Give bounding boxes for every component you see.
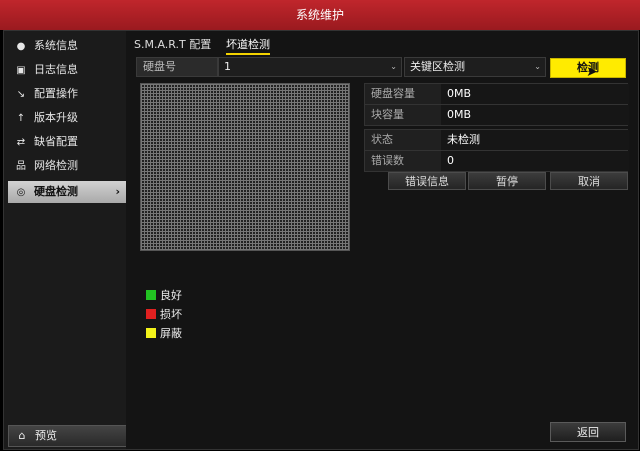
tab-smart-config[interactable]: S.M.A.R.T 配置 bbox=[134, 37, 211, 53]
preview-label: 预览 bbox=[35, 429, 57, 442]
check-mode-value: 关键区检测 bbox=[410, 60, 465, 73]
sidebar-item-label: 版本升级 bbox=[34, 111, 78, 124]
status-label: 状态 bbox=[365, 130, 441, 150]
legend-swatch bbox=[146, 290, 156, 300]
tab-bad-sector-check[interactable]: 坏道检测 bbox=[226, 37, 270, 55]
disk-check-icon: ◎ bbox=[16, 187, 26, 198]
sidebar-item-label: 系统信息 bbox=[34, 39, 78, 52]
default-icon: ⇄ bbox=[16, 137, 26, 148]
sidebar-item-upgrade[interactable]: ↑ 版本升级 bbox=[8, 107, 126, 129]
legend-label: 损坏 bbox=[160, 308, 182, 321]
back-button[interactable]: 返回 bbox=[550, 422, 626, 442]
check-mode-select[interactable]: 关键区检测 ⌄ bbox=[404, 57, 546, 77]
block-value: 0MB bbox=[441, 105, 629, 125]
legend-label: 屏蔽 bbox=[160, 327, 182, 340]
legend-shielded: 屏蔽 bbox=[146, 327, 182, 341]
sidebar-item-system-info[interactable]: ● 系统信息 bbox=[8, 35, 126, 57]
capacity-table: 硬盘容量 0MB 块容量 0MB bbox=[364, 83, 629, 126]
sidebar-item-label: 硬盘检测 bbox=[34, 185, 78, 198]
block-row: 块容量 0MB bbox=[364, 105, 629, 126]
main-content: S.M.A.R.T 配置 坏道检测 硬盘号 1 ⌄ 关键区检测 ⌄ 检测 硬盘容… bbox=[126, 31, 638, 449]
sidebar: ● 系统信息 ▣ 日志信息 ↘ 配置操作 ↑ 版本升级 ⇄ 缺省配置 品网络检测 ◎ 硬盘检… bbox=[4, 31, 128, 449]
sidebar-item-network-check[interactable]: 品网络检测 bbox=[8, 155, 126, 177]
sidebar-item-config-ops[interactable]: ↘ 配置操作 bbox=[8, 83, 126, 105]
legend-swatch bbox=[146, 328, 156, 338]
preview-button[interactable]: ⌂ 预览 bbox=[8, 425, 128, 447]
window-title: 系统维护 bbox=[0, 0, 640, 30]
legend-good: 良好 bbox=[146, 289, 182, 303]
sidebar-item-log-info[interactable]: ▣ 日志信息 bbox=[8, 59, 126, 81]
disk-number-value: 1 bbox=[224, 60, 231, 73]
sidebar-item-label: 缺省配置 bbox=[34, 135, 78, 148]
info-icon: ● bbox=[16, 41, 26, 52]
sector-map-grid bbox=[140, 83, 350, 251]
chevron-down-icon: ⌄ bbox=[390, 62, 397, 71]
status-table: 状态 未检测 错误数 0 bbox=[364, 129, 629, 172]
cancel-button[interactable]: 取消 bbox=[550, 172, 628, 190]
disk-number-label: 硬盘号 bbox=[136, 57, 218, 77]
sidebar-item-label: 网络检测 bbox=[34, 159, 78, 172]
status-value: 未检测 bbox=[441, 130, 629, 150]
disk-number-select[interactable]: 1 ⌄ bbox=[218, 57, 402, 77]
sidebar-item-default-config[interactable]: ⇄ 缺省配置 bbox=[8, 131, 126, 153]
pause-button[interactable]: 暂停 bbox=[468, 172, 546, 190]
sidebar-item-label: 日志信息 bbox=[34, 63, 78, 76]
network-icon: 品 bbox=[16, 161, 26, 172]
sidebar-item-disk-check[interactable]: ◎ 硬盘检测 › bbox=[8, 181, 126, 203]
mouse-cursor-icon: ➤ bbox=[586, 64, 598, 80]
sidebar-item-label: 配置操作 bbox=[34, 87, 78, 100]
block-label: 块容量 bbox=[365, 105, 441, 125]
home-icon: ⌂ bbox=[18, 429, 26, 442]
maintenance-panel: ● 系统信息 ▣ 日志信息 ↘ 配置操作 ↑ 版本升级 ⇄ 缺省配置 品网络检测 ◎ 硬盘检… bbox=[3, 30, 639, 450]
log-icon: ▣ bbox=[16, 65, 26, 76]
config-icon: ↘ bbox=[16, 89, 26, 100]
capacity-row: 硬盘容量 0MB bbox=[364, 83, 629, 105]
capacity-label: 硬盘容量 bbox=[365, 84, 441, 104]
error-info-button[interactable]: 错误信息 bbox=[388, 172, 466, 190]
status-row: 状态 未检测 bbox=[364, 129, 629, 151]
chevron-right-icon: › bbox=[115, 185, 120, 198]
capacity-value: 0MB bbox=[441, 84, 629, 104]
upgrade-icon: ↑ bbox=[16, 113, 26, 124]
legend-swatch bbox=[146, 309, 156, 319]
legend-bad: 损坏 bbox=[146, 308, 182, 322]
errors-value: 0 bbox=[441, 151, 629, 171]
errors-label: 错误数 bbox=[365, 151, 441, 171]
legend-label: 良好 bbox=[160, 289, 182, 302]
errors-row: 错误数 0 bbox=[364, 151, 629, 172]
chevron-down-icon: ⌄ bbox=[534, 62, 541, 71]
